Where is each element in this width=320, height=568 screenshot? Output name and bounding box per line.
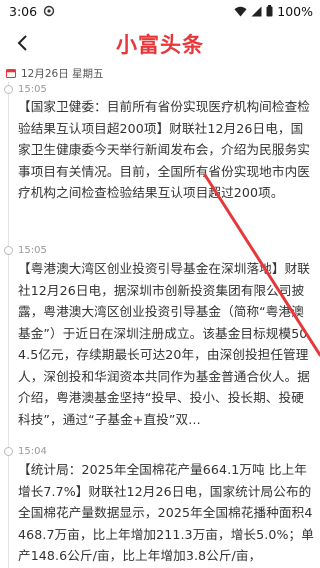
date-label: 12月26日 星期五 [21,67,104,80]
status-bar: 3:06 100% [0,0,320,22]
news-time: 15:05 [18,84,47,95]
news-text: 【统计局：2025年全国棉花产量664.1万吨 比上年增长7.7%】财联社12月… [18,462,314,563]
news-text: 【国家卫健委：目前所有省份实现医疗机构间检查检验结果互认项目超200项】财联社1… [18,99,310,200]
news-time: 15:04 [18,446,47,457]
notification-icon [43,5,55,17]
timeline-dot [4,447,13,456]
status-time: 3:06 [9,3,38,19]
news-text: 【粤港澳大湾区创业投资引导基金在深圳落地】财联社12月26日电，据深圳市创新投资… [18,261,310,427]
wifi-icon [234,6,247,17]
date-header: 12月26日 星期五 [6,65,104,81]
app-header: 小富头条 [0,22,320,64]
timeline-dot [4,246,13,255]
battery-icon [266,5,273,17]
page-title: 小富头条 [116,33,204,57]
timeline-dot [4,85,13,94]
signal-icon [251,6,262,17]
news-time: 15:05 [18,245,47,256]
calendar-icon [6,68,16,78]
timeline-line [8,82,9,568]
battery-level: 100% [277,3,313,19]
